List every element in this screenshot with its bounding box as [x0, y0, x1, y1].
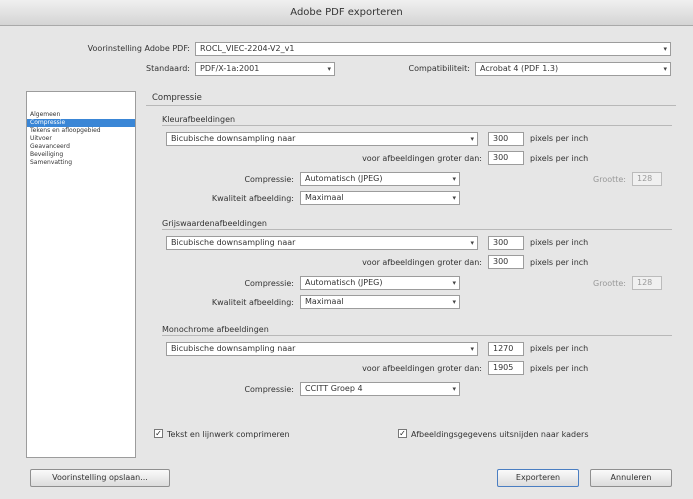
- gray-tile-input: 128: [632, 276, 662, 290]
- preset-label: Voorinstelling Adobe PDF:: [87, 44, 190, 53]
- color-greater-unit: pixels per inch: [530, 154, 589, 163]
- chevron-down-icon: ▾: [470, 135, 474, 143]
- export-dialog: Voorinstelling Adobe PDF: ROCL_VIEC-2204…: [0, 26, 693, 499]
- chevron-down-icon: ▾: [452, 298, 456, 306]
- color-greater-label: voor afbeeldingen groter dan:: [362, 154, 482, 163]
- color-compression-select[interactable]: Automatisch (JPEG) ▾: [300, 172, 460, 186]
- gray-group-title: Grijswaardenafbeeldingen: [162, 219, 267, 228]
- color-tile-label: Grootte:: [593, 175, 626, 184]
- gray-quality-select[interactable]: Maximaal ▾: [300, 295, 460, 309]
- color-group-title: Kleurafbeeldingen: [162, 115, 236, 124]
- color-sampling-select[interactable]: Bicubische downsampling naar ▾: [166, 132, 478, 146]
- compression-panel: Compressie Kleurafbeeldingen Bicubische …: [146, 93, 676, 467]
- chevron-down-icon: ▾: [452, 175, 456, 183]
- gray-compression-select[interactable]: Automatisch (JPEG) ▾: [300, 276, 460, 290]
- color-ppi-input[interactable]: 300: [488, 132, 524, 146]
- save-preset-button[interactable]: Voorinstelling opslaan...: [30, 469, 170, 487]
- chevron-down-icon: ▾: [663, 45, 667, 53]
- compress-text-label: Tekst en lijnwerk comprimeren: [167, 430, 290, 439]
- mono-compression-select[interactable]: CCITT Groep 4 ▾: [300, 382, 460, 396]
- gray-ppi-input[interactable]: 300: [488, 236, 524, 250]
- mono-sampling-select[interactable]: Bicubische downsampling naar ▾: [166, 342, 478, 356]
- chevron-down-icon: ▾: [663, 65, 667, 73]
- standard-label: Standaard:: [146, 64, 190, 73]
- sidebar-item-samenvatting[interactable]: Samenvatting: [27, 159, 135, 167]
- crop-images-label: Afbeeldingsgegevens uitsnijden naar kade…: [411, 430, 589, 439]
- color-compression-label: Compressie:: [244, 175, 294, 184]
- color-greater-input[interactable]: 300: [488, 151, 524, 165]
- chevron-down-icon: ▾: [470, 239, 474, 247]
- gray-quality-label: Kwaliteit afbeelding:: [211, 298, 294, 307]
- sidebar-nav: Algemeen Compressie Tekens en afloopgebi…: [26, 91, 136, 458]
- gray-tile-label: Grootte:: [593, 279, 626, 288]
- chevron-down-icon: ▾: [452, 385, 456, 393]
- color-quality-label: Kwaliteit afbeelding:: [211, 194, 294, 203]
- preset-select[interactable]: ROCL_VIEC-2204-V2_v1 ▾: [195, 42, 671, 56]
- color-tile-input: 128: [632, 172, 662, 186]
- chevron-down-icon: ▾: [452, 194, 456, 202]
- divider: [162, 229, 672, 230]
- gray-greater-label: voor afbeeldingen groter dan:: [362, 258, 482, 267]
- sidebar-item-beveiliging[interactable]: Beveiliging: [27, 151, 135, 159]
- color-quality-select[interactable]: Maximaal ▾: [300, 191, 460, 205]
- compatibility-select[interactable]: Acrobat 4 (PDF 1.3) ▾: [475, 62, 671, 76]
- sidebar-item-algemeen[interactable]: Algemeen: [27, 111, 135, 119]
- export-button[interactable]: Exporteren: [497, 469, 579, 487]
- panel-title: Compressie: [152, 93, 202, 103]
- gray-sampling-select[interactable]: Bicubische downsampling naar ▾: [166, 236, 478, 250]
- divider: [146, 105, 676, 106]
- crop-images-checkbox[interactable]: ✓: [398, 429, 407, 438]
- mono-compression-label: Compressie:: [244, 385, 294, 394]
- standard-select[interactable]: PDF/X-1a:2001 ▾: [195, 62, 335, 76]
- chevron-down-icon: ▾: [470, 345, 474, 353]
- divider: [162, 125, 672, 126]
- gray-compression-label: Compressie:: [244, 279, 294, 288]
- sidebar-item-uitvoer[interactable]: Uitvoer: [27, 135, 135, 143]
- mono-group-title: Monochrome afbeeldingen: [162, 325, 269, 334]
- gray-ppi-unit: pixels per inch: [530, 238, 589, 247]
- chevron-down-icon: ▾: [452, 279, 456, 287]
- color-ppi-unit: pixels per inch: [530, 134, 589, 143]
- window-title: Adobe PDF exporteren: [0, 0, 693, 26]
- gray-greater-input[interactable]: 300: [488, 255, 524, 269]
- chevron-down-icon: ▾: [327, 65, 331, 73]
- compatibility-label: Compatibiliteit:: [408, 64, 470, 73]
- divider: [162, 335, 672, 336]
- cancel-button[interactable]: Annuleren: [590, 469, 672, 487]
- mono-greater-input[interactable]: 1905: [488, 361, 524, 375]
- mono-greater-label: voor afbeeldingen groter dan:: [362, 364, 482, 373]
- mono-ppi-input[interactable]: 1270: [488, 342, 524, 356]
- sidebar-item-compressie[interactable]: Compressie: [27, 119, 135, 127]
- mono-ppi-unit: pixels per inch: [530, 344, 589, 353]
- mono-greater-unit: pixels per inch: [530, 364, 589, 373]
- compress-text-checkbox[interactable]: ✓: [154, 429, 163, 438]
- sidebar-item-geavanceerd[interactable]: Geavanceerd: [27, 143, 135, 151]
- gray-greater-unit: pixels per inch: [530, 258, 589, 267]
- sidebar-item-tekens[interactable]: Tekens en afloopgebied: [27, 127, 135, 135]
